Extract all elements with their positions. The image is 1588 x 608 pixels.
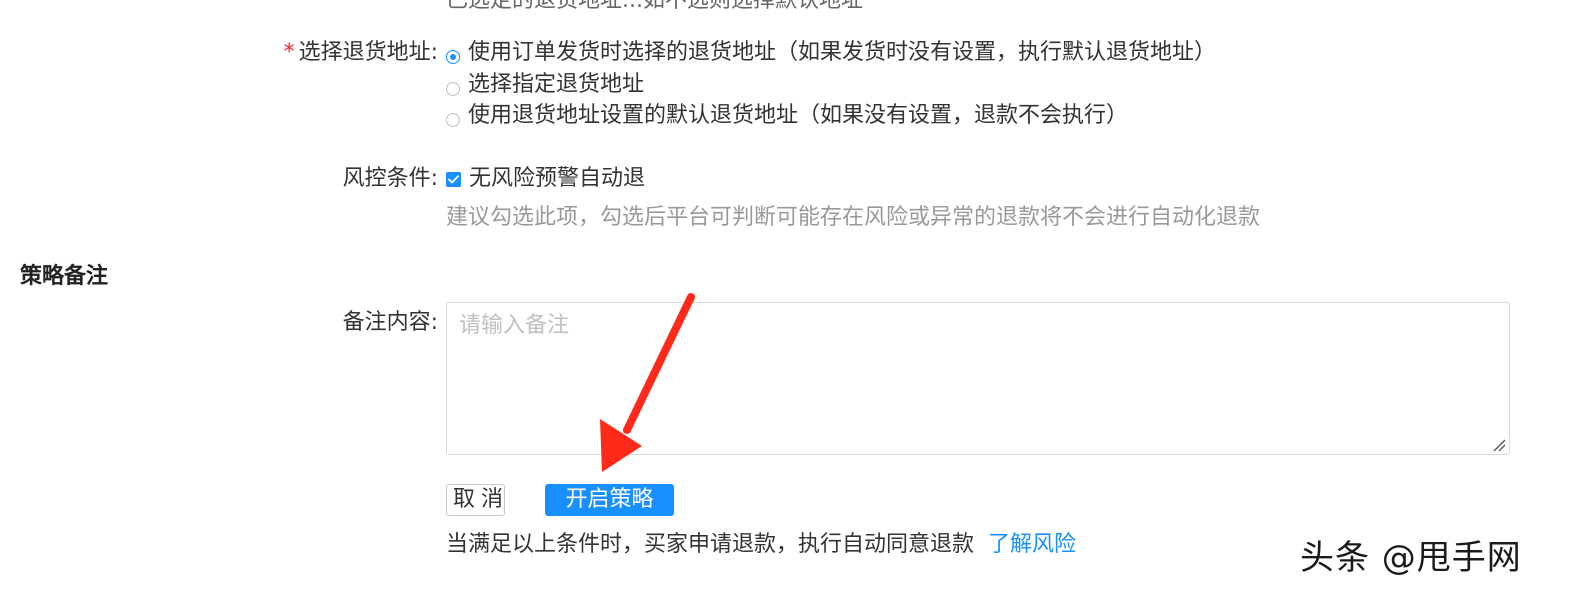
return-address-label: * 选择退货地址: <box>284 38 438 68</box>
risk-control-checkbox-row[interactable]: 无风险预警自动退 <box>446 164 645 194</box>
resize-handle-icon[interactable] <box>1490 436 1506 452</box>
return-address-option-label: 使用订单发货时选择的退货地址（如果发货时没有设置，执行默认退货地址） <box>468 40 1217 65</box>
risk-control-label: 风控条件: <box>342 166 438 191</box>
risk-control-hint: 建议勾选此项，勾选后平台可判断可能存在风险或异常的退款将不会进行自动化退款 <box>446 205 1261 230</box>
return-address-option-order[interactable]: 使用订单发货时选择的退货地址（如果发货时没有设置，执行默认退货地址） <box>446 38 1216 68</box>
return-address-option-default[interactable]: 使用退货地址设置的默认退货地址（如果没有设置，退款不会执行） <box>446 101 1128 131</box>
radio-checked-icon[interactable] <box>446 50 460 64</box>
return-address-label-text: 选择退货地址: <box>298 40 438 65</box>
remark-textarea[interactable] <box>446 302 1510 455</box>
checkbox-checked-icon[interactable] <box>446 171 461 187</box>
footer-note-text: 当满足以上条件时，买家申请退款，执行自动同意退款 <box>446 532 975 557</box>
radio-unchecked-icon[interactable] <box>446 82 460 96</box>
required-asterisk: * <box>283 40 295 65</box>
top-partial-text: 已选定的退货地址...如不选则选择默认地址 <box>446 0 863 13</box>
return-address-option-label: 使用退货地址设置的默认退货地址（如果没有设置，退款不会执行） <box>468 103 1129 128</box>
return-address-option-specified[interactable]: 选择指定退货地址 <box>446 70 644 100</box>
return-address-option-label: 选择指定退货地址 <box>468 72 645 97</box>
footer-note: 当满足以上条件时，买家申请退款，执行自动同意退款 了解风险 <box>446 530 1076 560</box>
radio-unchecked-icon[interactable] <box>446 113 460 127</box>
cancel-button[interactable]: 取消 <box>446 484 505 516</box>
strategy-remark-section-title: 策略备注 <box>20 264 109 289</box>
enable-strategy-button[interactable]: 开启策略 <box>545 484 674 516</box>
learn-risk-link[interactable]: 了解风险 <box>988 532 1076 557</box>
checkmark-icon <box>448 174 459 183</box>
remark-content-label: 备注内容: <box>342 310 438 335</box>
risk-control-checkbox-label: 无风险预警自动退 <box>469 166 646 191</box>
watermark: 头条 @甩手网 <box>1300 538 1522 578</box>
